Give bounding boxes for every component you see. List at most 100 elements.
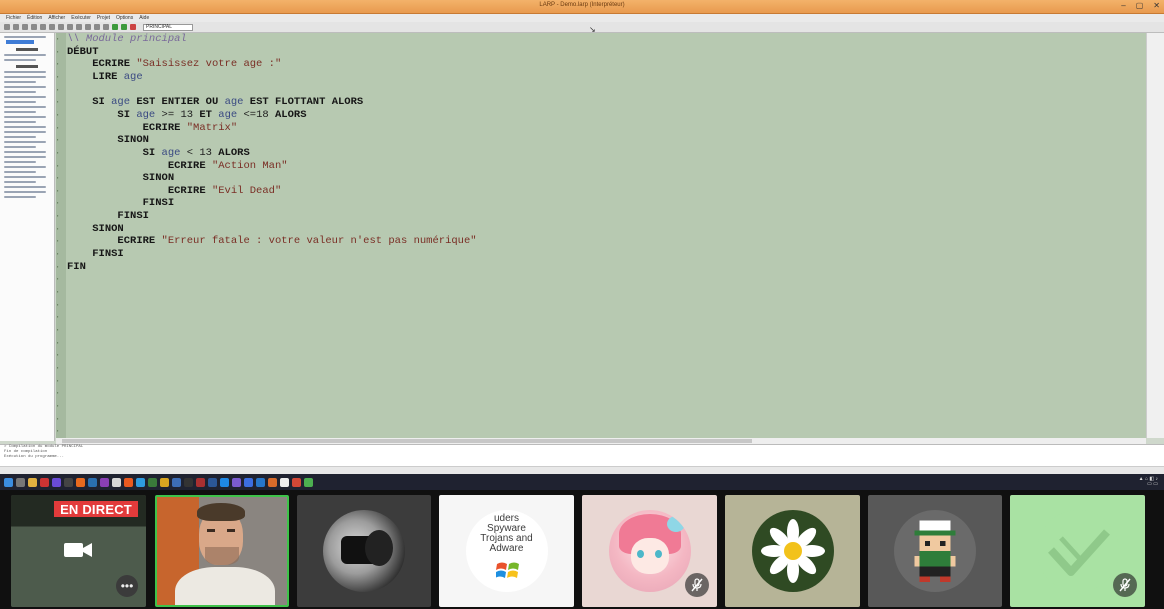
vertical-scrollbar[interactable] [1146, 33, 1164, 438]
menu-item[interactable]: Projet [97, 15, 110, 21]
code-line[interactable]: ECRIRE "Erreur fatale : votre valeur n'e… [67, 235, 476, 247]
folder-icon[interactable] [28, 477, 37, 487]
code-line[interactable]: FINSI [67, 197, 175, 210]
code-line[interactable]: \\ Module principal [67, 33, 187, 45]
redo-icon[interactable] [76, 24, 82, 30]
firefox-icon[interactable] [124, 477, 133, 487]
code-token: FINSI [142, 197, 175, 210]
step-icon[interactable] [121, 24, 127, 30]
code-token: LIRE [92, 70, 124, 83]
os-taskbar: ▲ ⌂ ◧ ♪ ▭ ▭ [0, 474, 1164, 490]
maximize-icon[interactable]: ▢ [1136, 1, 1144, 10]
app-icon[interactable] [184, 477, 193, 487]
module-select[interactable]: PRINCIPAL [143, 23, 193, 31]
app-icon[interactable] [304, 477, 313, 487]
menu-item[interactable]: Afficher [48, 15, 65, 21]
app-icon[interactable] [76, 477, 85, 487]
app-icon[interactable] [148, 477, 157, 487]
minimize-icon[interactable]: – [1121, 1, 1125, 10]
app-icon[interactable] [196, 477, 205, 487]
menu-item[interactable]: Aide [139, 15, 149, 21]
app-icon[interactable] [136, 477, 145, 487]
app-icon[interactable] [172, 477, 181, 487]
line-number-mark: ▪ [57, 213, 59, 219]
search-icon[interactable] [85, 24, 91, 30]
code-editor[interactable]: ▪ ▪ ▪ ▪ ▪ ▪ ▪ ▪ ▪ ▪ ▪ ▪ ▪ ▪ ▪ ▪ ▪ ▪ ▪ ▪ ▪ ▪ ▪ ▪ ▪ ▪ ▪ ▪ ▪ ▪ ▪ ▪ \\ Modu… [56, 33, 1146, 438]
code-token: "Matrix" [186, 121, 238, 134]
app-icon[interactable] [232, 477, 241, 487]
scrollbar-thumb[interactable] [62, 439, 752, 443]
app-icon[interactable] [52, 477, 61, 487]
logo-avatar-tile[interactable] [1010, 495, 1145, 607]
code-line[interactable]: ECRIRE "Action Man" [67, 160, 288, 172]
code-token: age [161, 146, 187, 159]
menu-item[interactable]: Fichier [6, 15, 21, 21]
vscode-icon[interactable] [256, 477, 265, 487]
print-icon[interactable] [31, 24, 37, 30]
code-line[interactable]: SI age >= 13 ET age <=18 ALORS [67, 108, 306, 121]
line-number-mark: ▪ [57, 187, 59, 193]
line-number-mark: ▪ [57, 111, 59, 117]
menu-item[interactable]: Édition [27, 15, 42, 21]
tree-line [4, 161, 37, 163]
tree-line [4, 196, 37, 198]
code-token: >= 13 [161, 108, 200, 121]
code-line[interactable]: SINON [67, 172, 175, 184]
app-icon[interactable] [292, 477, 301, 487]
save-icon[interactable] [22, 24, 28, 30]
code-line[interactable]: SINON [67, 134, 149, 146]
photographer-avatar-tile[interactable] [297, 495, 431, 607]
app-icon[interactable] [40, 477, 49, 487]
anime-avatar-tile[interactable] [582, 495, 717, 607]
app-icon[interactable] [64, 477, 73, 487]
word-icon[interactable] [244, 477, 253, 487]
line-number-mark: ▪ [57, 301, 59, 307]
undo-icon[interactable] [67, 24, 73, 30]
screen-share-tile[interactable]: EN DIRECT ••• [11, 495, 146, 607]
app-icon[interactable] [268, 477, 277, 487]
code-line[interactable]: FIN [67, 261, 86, 273]
tree-selected-item[interactable] [6, 40, 34, 44]
run-icon[interactable] [112, 24, 118, 30]
compile-icon[interactable] [103, 24, 109, 30]
app-icon[interactable] [160, 477, 169, 487]
search-icon[interactable] [16, 477, 25, 487]
stop-icon[interactable] [130, 24, 136, 30]
open-file-icon[interactable] [13, 24, 19, 30]
app-icon[interactable] [208, 477, 217, 487]
line-number-mark: ▪ [57, 175, 59, 181]
menu-item[interactable]: Options [116, 15, 133, 21]
app-icon[interactable] [100, 477, 109, 487]
daisy-avatar-tile[interactable] [725, 495, 860, 607]
code-line[interactable]: ECRIRE "Saisissez votre age :" [67, 58, 281, 70]
spyware-avatar-tile[interactable]: uders Spyware Trojans and Adware [439, 495, 574, 607]
cut-icon[interactable] [40, 24, 46, 30]
code-line[interactable]: FINSI [67, 248, 124, 260]
code-line[interactable]: FINSI [67, 210, 149, 222]
app-icon[interactable] [280, 477, 289, 487]
line-number-mark: ▪ [57, 137, 59, 143]
start-icon[interactable] [4, 477, 13, 487]
replace-icon[interactable] [94, 24, 100, 30]
new-file-icon[interactable] [4, 24, 10, 30]
code-line[interactable]: SI age EST ENTIER OU age EST FLOTTANT AL… [67, 96, 363, 108]
app-icon[interactable] [220, 477, 229, 487]
code-line[interactable]: SINON [67, 223, 124, 235]
close-icon[interactable]: ✕ [1153, 1, 1160, 10]
code-line[interactable]: ECRIRE "Evil Dead" [67, 185, 281, 197]
code-line[interactable]: ECRIRE "Matrix" [67, 121, 238, 134]
line-number-mark: ▪ [57, 263, 59, 269]
project-tree-pane[interactable] [0, 33, 55, 441]
camera-tile[interactable] [155, 495, 289, 607]
copy-icon[interactable] [49, 24, 55, 30]
code-line[interactable]: DÉBUT [67, 46, 99, 58]
more-options-button[interactable]: ••• [116, 575, 138, 597]
menu-item[interactable]: Exécuter [71, 15, 91, 21]
pixel-avatar-tile[interactable] [868, 495, 1002, 607]
paste-icon[interactable] [58, 24, 64, 30]
app-icon[interactable] [88, 477, 97, 487]
code-line[interactable]: LIRE age [67, 70, 142, 83]
app-icon[interactable] [112, 477, 121, 487]
code-line[interactable]: SI age < 13 ALORS [67, 147, 250, 159]
